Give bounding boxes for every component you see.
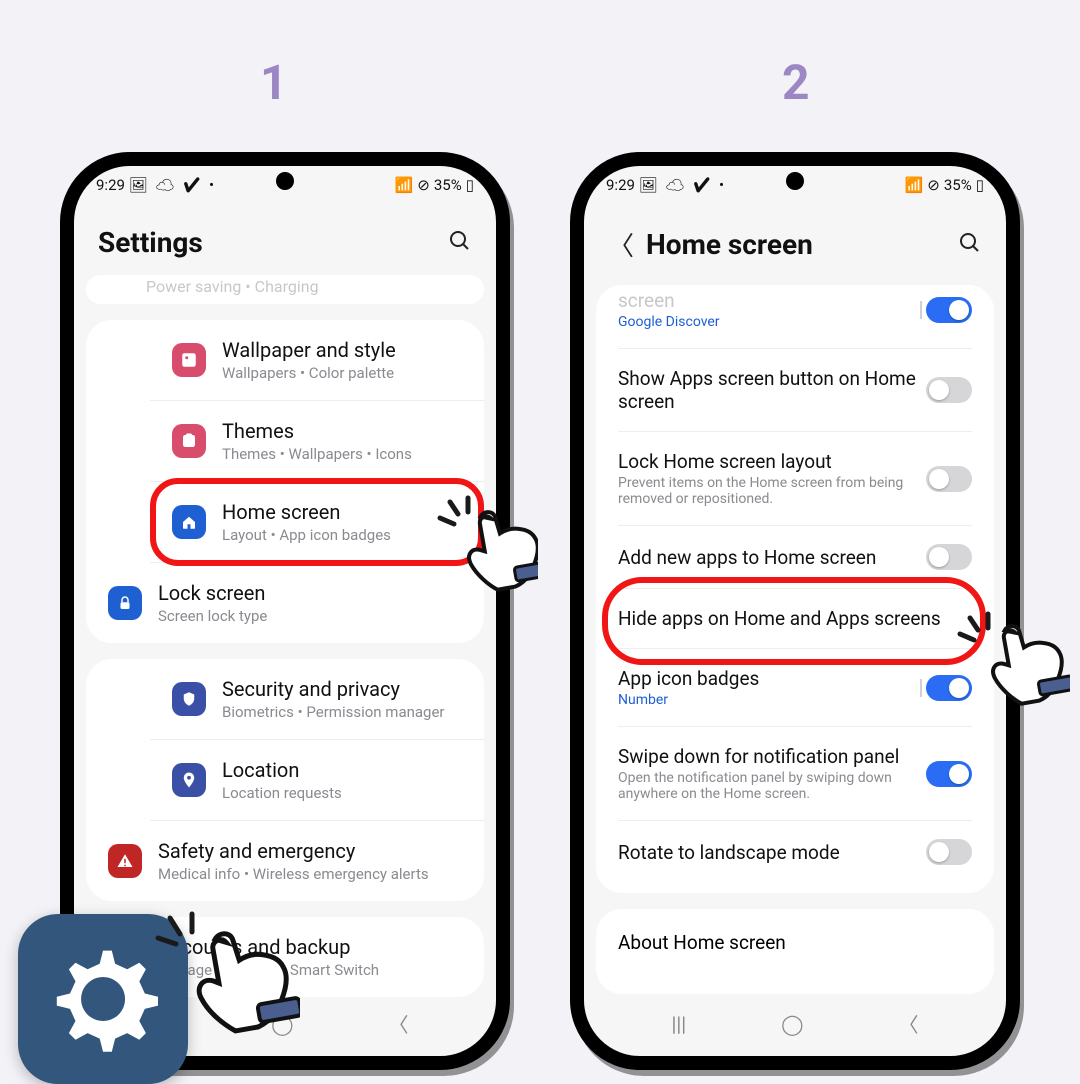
toggle[interactable] xyxy=(926,761,972,787)
settings-row-title: Home screen xyxy=(222,500,391,524)
status-battery: 35% xyxy=(434,176,462,194)
status-time: 9:29 xyxy=(606,176,635,194)
faded-previous-item: Power saving • Charging xyxy=(86,275,484,304)
settings-row-subtitle: Wallpapers • Color palette xyxy=(222,364,396,382)
opt-add-media-page[interactable]: screen Google Discover xyxy=(596,285,994,348)
opt-5[interactable]: Swipe down for notification panel Open t… xyxy=(596,727,994,820)
opt-subtitle: Prevent items on the Home screen from be… xyxy=(618,475,908,507)
android-navbar[interactable]: ||| ◯ 〈 xyxy=(584,997,1006,1050)
about-home-screen-card[interactable]: About Home screen xyxy=(596,909,994,994)
settings-row-subtitle: Layout • App icon badges xyxy=(222,526,391,544)
opt-0[interactable]: Show Apps screen button on Home screen xyxy=(596,349,994,431)
home-icon xyxy=(172,505,206,539)
themes-icon xyxy=(172,424,206,458)
settings-row-subtitle: Themes • Wallpapers • Icons xyxy=(222,445,412,463)
camera-cutout xyxy=(786,172,804,190)
settings-row-title: Location xyxy=(222,758,342,782)
settings-row-title: Wallpaper and style xyxy=(222,338,396,362)
search-icon[interactable] xyxy=(448,229,472,257)
page-title: Settings xyxy=(98,226,203,259)
settings-row-subtitle: Location requests xyxy=(222,784,342,802)
opt-sublink: Number xyxy=(618,692,759,708)
wallpaper-icon xyxy=(172,343,206,377)
step-number-1: 1 xyxy=(260,54,288,111)
shield-icon xyxy=(172,682,206,716)
toggle[interactable] xyxy=(926,466,972,492)
status-time: 9:29 xyxy=(96,176,125,194)
back-icon[interactable]: 〈 xyxy=(608,226,640,263)
nav-back-icon[interactable]: 〈 xyxy=(899,1009,919,1038)
settings-row-themes[interactable]: Themes Themes • Wallpapers • Icons xyxy=(150,401,484,482)
alert-icon xyxy=(108,844,142,878)
opt-3[interactable]: Hide apps on Home and Apps screens xyxy=(596,589,994,648)
page-title: Home screen xyxy=(646,228,813,261)
tap-pointer-settings xyxy=(140,900,300,1060)
opt-4[interactable]: App icon badges Number xyxy=(596,649,994,726)
opt-title: Show Apps screen button on Home screen xyxy=(618,367,926,413)
opt-title: Lock Home screen layout xyxy=(618,450,908,473)
opt-subtitle: Open the notification panel by swiping d… xyxy=(618,770,908,802)
nav-recents-icon[interactable]: ||| xyxy=(671,1012,686,1036)
settings-row-title: Security and privacy xyxy=(222,677,445,701)
settings-row-title: Themes xyxy=(222,419,412,443)
settings-group-security: Security and privacy Biometrics • Permis… xyxy=(86,659,484,901)
nav-back-icon[interactable]: 〈 xyxy=(389,1009,409,1038)
opt-6[interactable]: Rotate to landscape mode xyxy=(596,821,994,883)
status-signal: 📶 ⊘ xyxy=(905,176,940,194)
home-screen-options: screen Google Discover Show Apps screen … xyxy=(596,285,994,893)
tap-pointer-2 xyxy=(950,600,1070,720)
opt-title: App icon badges xyxy=(618,667,759,690)
status-left-icons: 🖼 ☁ ✔ • xyxy=(639,176,726,194)
opt-title: Swipe down for notification panel xyxy=(618,745,908,768)
opt-title: Rotate to landscape mode xyxy=(618,841,840,864)
toggle[interactable] xyxy=(926,297,972,323)
lock-icon xyxy=(108,586,142,620)
nav-home-icon[interactable]: ◯ xyxy=(781,1012,803,1036)
settings-row-subtitle: Medical info • Wireless emergency alerts xyxy=(158,865,429,883)
settings-row-pin[interactable]: Location Location requests xyxy=(150,740,484,821)
opt-title: Add new apps to Home screen xyxy=(618,546,876,569)
settings-row-title: Safety and emergency xyxy=(158,839,429,863)
settings-row-shield[interactable]: Security and privacy Biometrics • Permis… xyxy=(150,659,484,740)
step-number-2: 2 xyxy=(782,54,810,111)
settings-row-title: Lock screen xyxy=(158,581,267,605)
camera-cutout xyxy=(276,172,294,190)
settings-row-wallpaper[interactable]: Wallpaper and style Wallpapers • Color p… xyxy=(150,320,484,401)
search-icon[interactable] xyxy=(958,231,982,259)
toggle[interactable] xyxy=(926,377,972,403)
opt-title-cutoff: screen xyxy=(618,289,720,312)
toggle[interactable] xyxy=(926,544,972,570)
settings-row-subtitle: Biometrics • Permission manager xyxy=(222,703,445,721)
about-home-screen-label: About Home screen xyxy=(618,931,972,954)
status-left-icons: 🖼 ☁ ✔ • xyxy=(129,176,216,194)
settings-row-subtitle: Screen lock type xyxy=(158,607,267,625)
opt-sublink: Google Discover xyxy=(618,314,720,330)
opt-2[interactable]: Add new apps to Home screen xyxy=(596,526,994,588)
opt-1[interactable]: Lock Home screen layout Prevent items on… xyxy=(596,432,994,525)
pin-icon xyxy=(172,763,206,797)
status-signal: 📶 ⊘ xyxy=(395,176,430,194)
toggle[interactable] xyxy=(926,839,972,865)
opt-title: Hide apps on Home and Apps screens xyxy=(618,607,941,630)
status-battery: 35% xyxy=(944,176,972,194)
tap-pointer-1 xyxy=(418,480,538,600)
settings-row-alert[interactable]: Safety and emergency Medical info • Wire… xyxy=(86,821,484,901)
